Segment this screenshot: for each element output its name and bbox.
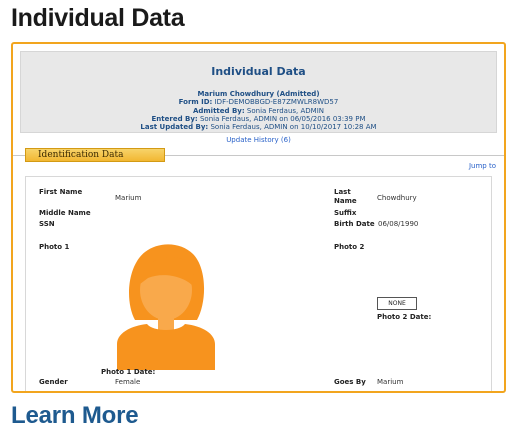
page-heading: Individual Data [11,4,185,32]
jump-to-link[interactable]: Jump to [469,162,496,170]
suffix-label: Suffix [334,209,357,217]
birth-date-value: 06/08/1990 [378,220,419,228]
photo-2-date-label: Photo 2 Date: [377,313,432,321]
first-name-value: Marium [115,194,142,202]
admitted-by-line: Admitted By: Sonia Ferdaus, ADMIN [192,107,325,115]
middle-name-label: Middle Name [39,209,91,217]
photo-1-label: Photo 1 [39,243,70,251]
divider [13,155,25,156]
update-history-link[interactable]: Update History (6) [13,136,504,144]
entered-by-line: Entered By: Sonia Ferdaus, ADMIN on 06/0… [151,115,366,123]
last-name-value: Chowdhury [377,194,417,202]
last-updated-line: Last Updated By: Sonia Ferdaus, ADMIN on… [140,123,377,131]
form-id-line: Form ID: IDF-DEMOBBGD-E87ZMWLR8WD57 [178,98,339,106]
ssn-label: SSN [39,220,55,228]
last-name-label: Last Name [334,188,357,205]
divider [165,155,504,156]
record-title: Individual Data [211,65,306,78]
goes-by-value: Marium [377,378,404,386]
avatar-placeholder-icon [117,244,215,370]
birth-date-label: Birth Date [334,220,375,228]
identification-card [25,176,492,391]
gender-label: Gender [39,378,68,386]
first-name-label: First Name [39,188,83,196]
person-name-status: Marium Chowdhury (Admitted) [197,90,320,98]
photo-1-date-label: Photo 1 Date: [101,368,156,376]
photo-2-none-badge: NONE [377,297,417,310]
record-frame: Individual Data Marium Chowdhury (Admitt… [11,42,506,393]
learn-more-link[interactable]: Learn More [11,402,139,430]
goes-by-label: Goes By [334,378,366,386]
record-header: Individual Data Marium Chowdhury (Admitt… [20,51,497,133]
photo-2-label: Photo 2 [334,243,365,251]
gender-value: Female [115,378,141,386]
tab-identification-data[interactable]: Identification Data [25,148,165,162]
